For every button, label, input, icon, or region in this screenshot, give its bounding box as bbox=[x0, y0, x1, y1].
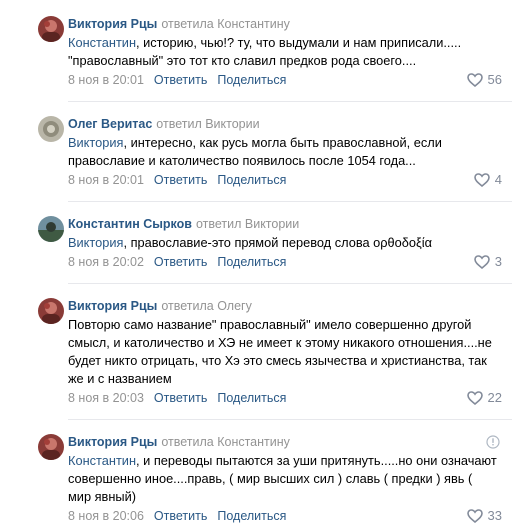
reply-to[interactable]: ответила Константину bbox=[161, 17, 290, 31]
mention-link[interactable]: Константин bbox=[68, 35, 136, 50]
comment-text: Виктория, интересно, как русь могла быть… bbox=[68, 134, 498, 170]
comment-header: Олег Веритас ответил Виктории bbox=[68, 116, 512, 132]
mention-link[interactable]: Виктория bbox=[68, 235, 123, 250]
comment-meta: 8 ноя в 20:01 Ответить Поделиться 56 bbox=[68, 72, 512, 88]
comment-header: Виктория Рцы ответила Константину bbox=[68, 434, 512, 450]
comment-date[interactable]: 8 ноя в 20:01 bbox=[68, 73, 144, 87]
heart-icon bbox=[466, 509, 483, 523]
comment-date[interactable]: 8 ноя в 20:03 bbox=[68, 391, 144, 405]
heart-icon bbox=[466, 73, 483, 87]
author-name[interactable]: Константин Сырков bbox=[68, 217, 192, 231]
author-name[interactable]: Виктория Рцы bbox=[68, 435, 157, 449]
comment-date[interactable]: 8 ноя в 20:01 bbox=[68, 173, 144, 187]
comments-feed: Виктория Рцы ответила Константину Констан… bbox=[0, 0, 522, 524]
comment-date[interactable]: 8 ноя в 20:06 bbox=[68, 509, 144, 523]
like-count: 4 bbox=[494, 172, 502, 187]
comment-body: Повторю само название" православный" име… bbox=[68, 317, 492, 386]
comment-body: , православие-это прямой перевод слова ο… bbox=[123, 235, 432, 250]
like-count: 3 bbox=[494, 254, 502, 269]
share-button[interactable]: Поделиться bbox=[217, 73, 286, 87]
comment-header: Константин Сырков ответил Виктории bbox=[68, 216, 512, 232]
comment-text: Константин, и переводы пытаются за уши п… bbox=[68, 452, 498, 506]
comment-item: Константин Сырков ответил Виктории Виктор… bbox=[0, 202, 522, 284]
reply-button[interactable]: Ответить bbox=[154, 73, 207, 87]
comment-item: Олег Веритас ответил Виктории Виктория, и… bbox=[0, 102, 522, 202]
like-button[interactable]: 4 bbox=[473, 172, 502, 188]
reply-to[interactable]: ответила Олегу bbox=[161, 299, 252, 313]
heart-icon bbox=[466, 391, 483, 405]
share-button[interactable]: Поделиться bbox=[217, 255, 286, 269]
avatar[interactable] bbox=[38, 298, 64, 324]
author-name[interactable]: Олег Веритас bbox=[68, 117, 152, 131]
share-button[interactable]: Поделиться bbox=[217, 509, 286, 523]
comment-header: Виктория Рцы ответила Константину bbox=[68, 16, 512, 32]
like-count: 33 bbox=[487, 508, 502, 523]
avatar[interactable] bbox=[38, 16, 64, 42]
avatar[interactable] bbox=[38, 434, 64, 460]
like-button[interactable]: 22 bbox=[466, 390, 502, 406]
reply-button[interactable]: Ответить bbox=[154, 391, 207, 405]
comment-text: Виктория, православие-это прямой перевод… bbox=[68, 234, 498, 252]
reply-to[interactable]: ответила Константину bbox=[161, 435, 290, 449]
author-name[interactable]: Виктория Рцы bbox=[68, 17, 157, 31]
like-count: 56 bbox=[487, 72, 502, 87]
comment-text: Константин, историю, чью!? ту, что выдум… bbox=[68, 34, 498, 70]
comment-meta: 8 ноя в 20:02 Ответить Поделиться 3 bbox=[68, 254, 512, 270]
reply-to[interactable]: ответил Виктории bbox=[156, 117, 259, 131]
share-button[interactable]: Поделиться bbox=[217, 391, 286, 405]
comment-date[interactable]: 8 ноя в 20:02 bbox=[68, 255, 144, 269]
share-button[interactable]: Поделиться bbox=[217, 173, 286, 187]
info-icon[interactable] bbox=[486, 435, 500, 452]
like-button[interactable]: 3 bbox=[473, 254, 502, 270]
reply-button[interactable]: Ответить bbox=[154, 509, 207, 523]
comment-item: Виктория Рцы ответила Константину Констан… bbox=[0, 420, 522, 524]
reply-button[interactable]: Ответить bbox=[154, 255, 207, 269]
comment-body: , интересно, как русь могла быть правосл… bbox=[68, 135, 442, 168]
heart-icon bbox=[473, 173, 490, 187]
like-count: 22 bbox=[487, 390, 502, 405]
comment-item: Виктория Рцы ответила Константину Констан… bbox=[0, 0, 522, 102]
comment-meta: 8 ноя в 20:06 Ответить Поделиться 33 bbox=[68, 508, 512, 524]
comment-meta: 8 ноя в 20:01 Ответить Поделиться 4 bbox=[68, 172, 512, 188]
reply-to[interactable]: ответил Виктории bbox=[196, 217, 299, 231]
avatar[interactable] bbox=[38, 216, 64, 242]
author-name[interactable]: Виктория Рцы bbox=[68, 299, 157, 313]
reply-button[interactable]: Ответить bbox=[154, 173, 207, 187]
avatar[interactable] bbox=[38, 116, 64, 142]
heart-icon bbox=[473, 255, 490, 269]
mention-link[interactable]: Константин bbox=[68, 453, 136, 468]
comment-item: Виктория Рцы ответила Олегу Повторю само … bbox=[0, 284, 522, 420]
mention-link[interactable]: Виктория bbox=[68, 135, 123, 150]
comment-meta: 8 ноя в 20:03 Ответить Поделиться 22 bbox=[68, 390, 512, 406]
comment-text: Повторю само название" православный" име… bbox=[68, 316, 498, 388]
like-button[interactable]: 33 bbox=[466, 508, 502, 524]
comment-header: Виктория Рцы ответила Олегу bbox=[68, 298, 512, 314]
like-button[interactable]: 56 bbox=[466, 72, 502, 88]
